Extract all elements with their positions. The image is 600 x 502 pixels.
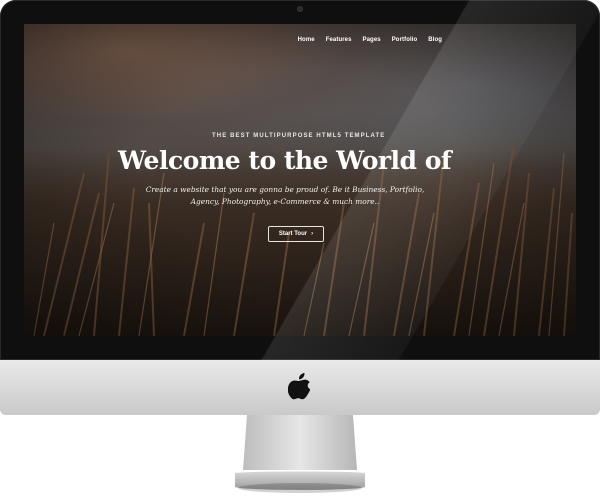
hero-subtitle-line-1: Create a website that you are gonna be p… <box>145 185 425 194</box>
imac-display: Home Features Pages Portfolio Blog THE B… <box>0 0 600 360</box>
nav-home[interactable]: Home <box>298 37 315 43</box>
imac-stand <box>235 415 365 493</box>
apple-logo-icon <box>288 373 311 400</box>
nav-pages[interactable]: Pages <box>363 37 381 43</box>
start-tour-label: Start Tour <box>278 231 308 237</box>
hero-eyebrow: THE BEST MULTIPURPOSE HTML5 TEMPLATE <box>212 133 386 139</box>
chevron-right-icon: › <box>311 231 314 237</box>
hero-headline: Welcome to the World of <box>118 146 452 175</box>
imac-chin <box>0 360 600 415</box>
hero-subtitle-line-2: Agency, Photography, e-Commerce & much m… <box>190 197 380 206</box>
start-tour-button[interactable]: Start Tour › <box>268 226 324 242</box>
nav-features[interactable]: Features <box>326 37 352 43</box>
website-screen <box>24 24 576 336</box>
top-nav: Home Features Pages Portfolio Blog <box>287 37 442 43</box>
hero-subtitle: Create a website that you are gonna be p… <box>140 184 430 208</box>
camera-icon <box>297 6 303 12</box>
nav-blog[interactable]: Blog <box>428 37 442 43</box>
hero-vignette <box>24 24 576 336</box>
nav-portfolio[interactable]: Portfolio <box>392 37 418 43</box>
